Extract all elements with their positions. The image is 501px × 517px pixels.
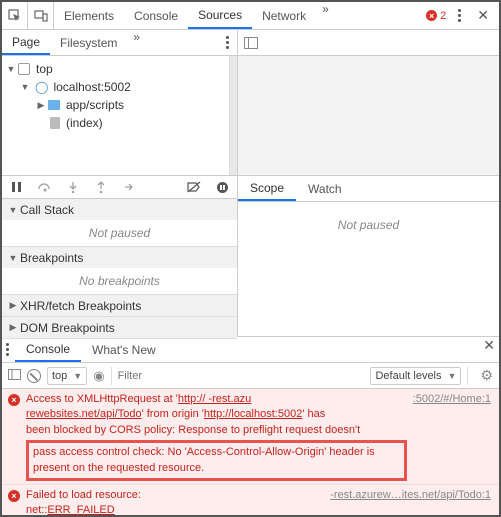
section-xhr-breakpoints[interactable]: ▶XHR/fetch Breakpoints — [2, 295, 237, 316]
error-counter[interactable]: ×2 — [426, 10, 446, 22]
drawer-menu-icon[interactable] — [2, 339, 13, 360]
folder-icon — [48, 100, 60, 110]
step-into-icon[interactable] — [62, 176, 84, 198]
section-callstack[interactable]: ▼Call Stack — [2, 199, 237, 220]
tab-console[interactable]: Console — [124, 2, 188, 29]
devtools-menu-icon[interactable] — [454, 5, 465, 26]
toggle-navigator-icon[interactable] — [244, 37, 258, 49]
drawer-tab-console[interactable]: Console — [15, 337, 81, 362]
nav-menu-icon[interactable] — [218, 30, 237, 55]
live-expression-icon[interactable]: ◉ — [93, 368, 104, 384]
tab-sources[interactable]: Sources — [188, 2, 252, 29]
inspect-element-icon[interactable] — [2, 2, 28, 29]
callstack-empty: Not paused — [2, 220, 237, 246]
context-selector[interactable]: top▼ — [47, 367, 87, 385]
breakpoints-empty: No breakpoints — [2, 268, 237, 294]
section-breakpoints[interactable]: ▼Breakpoints — [2, 247, 237, 268]
nav-tab-page[interactable]: Page — [2, 30, 50, 55]
more-tabs-icon[interactable]: » — [316, 2, 335, 29]
console-settings-icon[interactable]: ⚙ — [480, 367, 493, 384]
tab-network[interactable]: Network — [252, 2, 316, 29]
doc-icon — [50, 117, 60, 129]
close-drawer-icon[interactable]: ✕ — [479, 337, 499, 362]
clear-console-icon[interactable] — [27, 369, 41, 383]
console-filter-input[interactable] — [118, 370, 365, 382]
tree-row-index[interactable]: (index) — [2, 114, 237, 132]
file-tree: ▼top ▼◯localhost:5002 ▶app/scripts (inde… — [2, 56, 237, 175]
error-icon: × — [8, 490, 20, 502]
log-levels-selector[interactable]: Default levels▼ — [370, 367, 461, 385]
scope-empty: Not paused — [238, 202, 499, 336]
source-view-empty — [238, 56, 499, 175]
pause-on-exceptions-icon[interactable] — [211, 176, 233, 198]
nav-tab-filesystem[interactable]: Filesystem — [50, 30, 127, 55]
close-devtools-icon[interactable]: ✕ — [473, 7, 493, 24]
tree-row-folder[interactable]: ▶app/scripts — [2, 96, 237, 114]
step-icon[interactable] — [118, 176, 140, 198]
tab-watch[interactable]: Watch — [296, 176, 354, 201]
log-source-link[interactable]: -rest.azurew…ites.net/api/Todo:1 — [330, 488, 491, 515]
error-icon: × — [8, 394, 20, 406]
cloud-icon: ◯ — [35, 80, 48, 94]
device-toolbar-icon[interactable] — [28, 2, 54, 29]
error-count-value: 2 — [440, 10, 446, 22]
step-over-icon[interactable] — [34, 176, 56, 198]
pause-icon[interactable] — [6, 176, 28, 198]
section-dom-breakpoints[interactable]: ▶DOM Breakpoints — [2, 317, 237, 338]
log-entry-cors: × Access to XMLHttpRequest at 'http:// -… — [2, 389, 499, 485]
tree-row-top[interactable]: ▼top — [2, 60, 237, 78]
nav-more-icon[interactable]: » — [127, 30, 146, 55]
tab-elements[interactable]: Elements — [54, 2, 124, 29]
deactivate-breakpoints-icon[interactable] — [183, 176, 205, 198]
step-out-icon[interactable] — [90, 176, 112, 198]
cors-highlight: pass access control check: No 'Access-Co… — [26, 440, 407, 481]
drawer-tab-whatsnew[interactable]: What's New — [81, 337, 167, 362]
sidebar-toggle-icon[interactable] — [8, 369, 21, 383]
tab-scope[interactable]: Scope — [238, 176, 296, 201]
tree-row-host[interactable]: ▼◯localhost:5002 — [2, 78, 237, 96]
log-source-link[interactable]: :5002/#/Home:1 — [413, 392, 491, 481]
tree-scrollbar[interactable] — [229, 56, 237, 175]
log-entry-err-failed: × Failed to load resource: net::ERR_FAIL… — [2, 485, 499, 515]
frame-icon — [18, 63, 30, 75]
